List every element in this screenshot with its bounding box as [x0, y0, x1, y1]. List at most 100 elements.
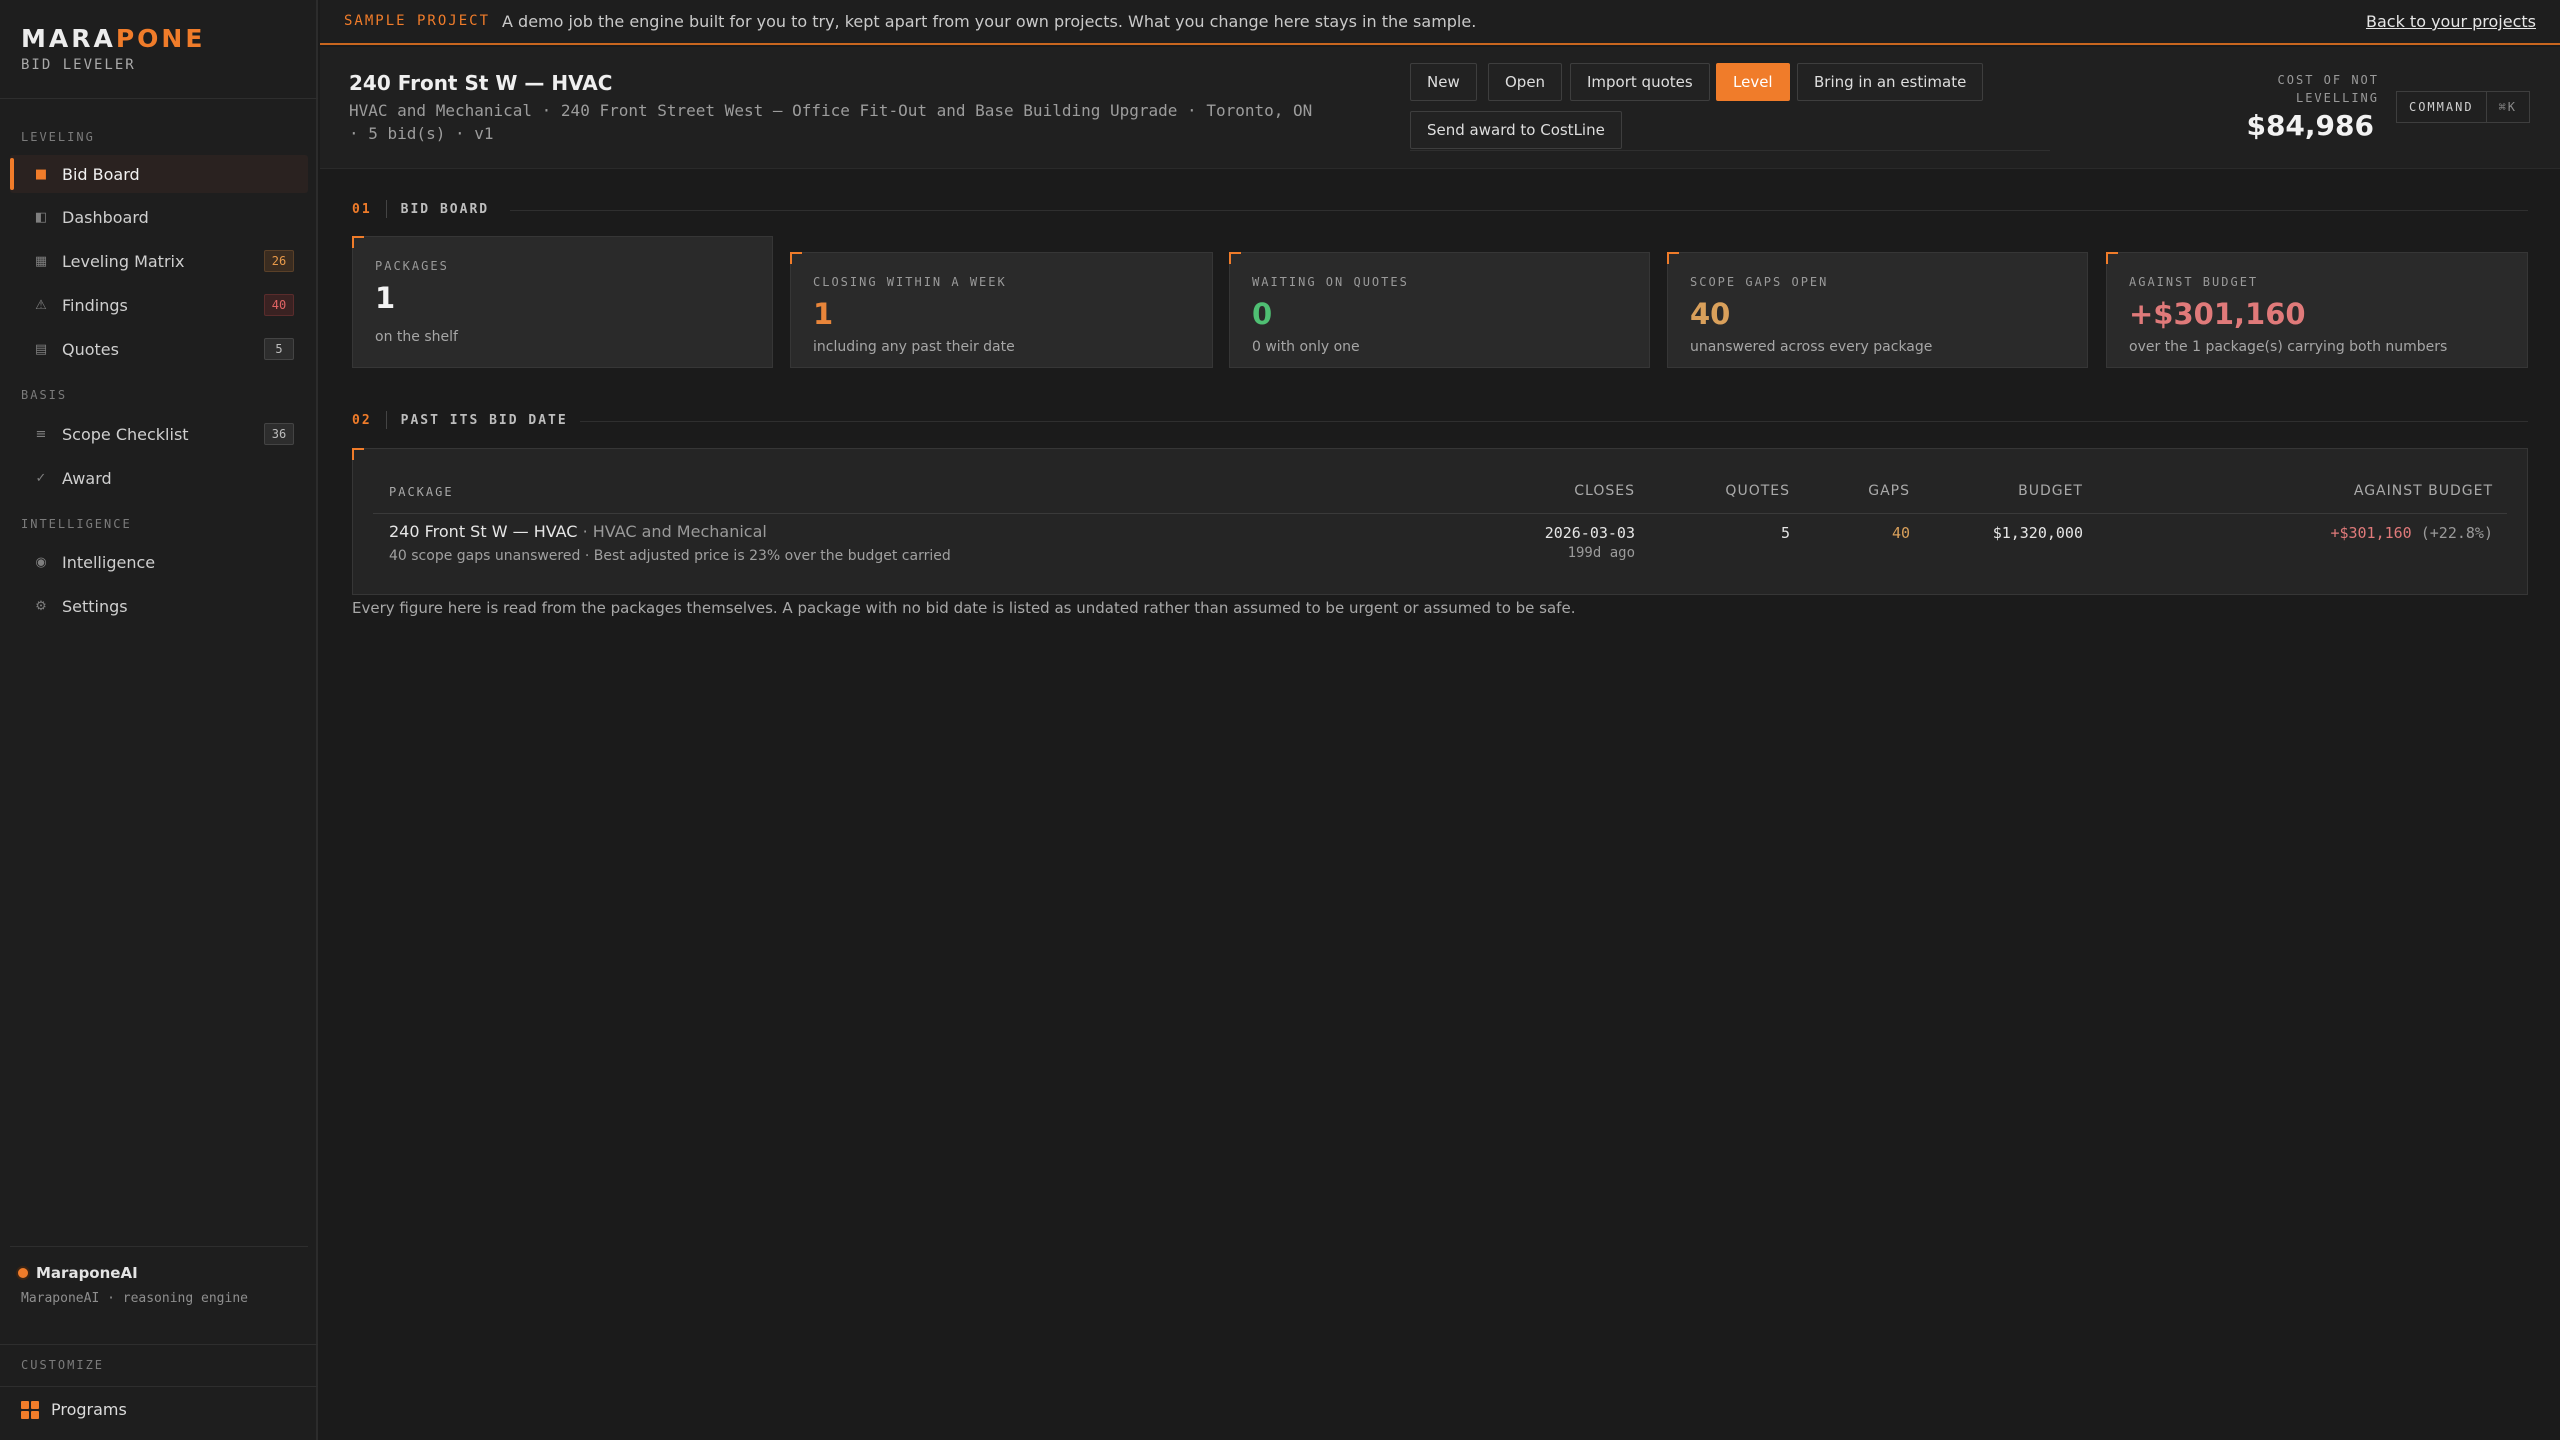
column-header-budget: BUDGET — [2018, 483, 2083, 499]
send-award-button[interactable]: Send award to CostLine — [1410, 111, 1622, 149]
stat-label: PACKAGES — [375, 259, 449, 273]
footnote: Every figure here is read from the packa… — [352, 599, 1576, 617]
import-quotes-button[interactable]: Import quotes — [1570, 63, 1710, 101]
check-icon: ✓ — [35, 470, 47, 486]
sidebar-item-dashboard[interactable]: ◧ Dashboard — [10, 198, 308, 236]
stat-card-waiting[interactable]: WAITING ON QUOTES 0 0 with only one — [1229, 252, 1650, 368]
section-number: 02 — [352, 412, 372, 428]
status-dot-icon — [18, 1268, 28, 1278]
sample-tag: SAMPLE PROJECT — [344, 13, 491, 29]
cost-of-not-levelling-value: $84,986 — [2246, 109, 2374, 142]
package-title: 240 Front St W — HVAC — [389, 522, 578, 541]
sidebar-item-label: Intelligence — [62, 552, 156, 572]
sidebar-item-award[interactable]: ✓ Award — [10, 459, 308, 497]
command-label: COMMAND — [2408, 100, 2474, 114]
dashboard-icon: ◧ — [34, 209, 48, 225]
sidebar-item-label: Dashboard — [62, 207, 149, 227]
column-header-against-budget: AGAINST BUDGET — [2353, 483, 2493, 499]
stat-value: +$301,160 — [2129, 297, 2306, 331]
divider — [10, 1246, 308, 1247]
divider — [0, 1344, 318, 1345]
divider — [580, 421, 2528, 422]
programs-label: Programs — [51, 1400, 127, 1419]
section-header-past-bid-date: 02 PAST ITS BID DATE — [352, 411, 568, 429]
project-header: 240 Front St W — HVAC HVAC and Mechanica… — [320, 47, 2560, 169]
count-badge: 5 — [264, 338, 294, 360]
package-name: 240 Front St W — HVAC · HVAC and Mechani… — [389, 522, 767, 541]
divider — [385, 411, 387, 429]
board-icon: ■ — [34, 166, 48, 182]
brand-logo[interactable]: MARAPONE BID LEVELER — [21, 24, 205, 73]
stat-label: CLOSING WITHIN A WEEK — [813, 275, 1007, 289]
closes-date: 2026-03-03 — [1544, 524, 1635, 542]
against-budget-amount: +$301,160 — [2330, 524, 2412, 542]
stat-value: 0 — [1252, 297, 1273, 331]
past-date-table: PACKAGE CLOSES QUOTES GAPS BUDGET AGAINS… — [352, 448, 2528, 595]
brand-name: MARAPONE — [21, 24, 206, 53]
divider — [1410, 150, 2050, 151]
intelligence-icon: ◉ — [35, 554, 47, 570]
sample-banner: SAMPLE PROJECT A demo job the engine bui… — [320, 0, 2560, 45]
ai-engine-label: MaraponeAI — [36, 1264, 138, 1282]
divider — [385, 200, 387, 218]
stat-value: 1 — [813, 297, 834, 331]
sidebar-item-settings[interactable]: ⚙ Settings — [10, 587, 308, 625]
stat-card-against-budget[interactable]: AGAINST BUDGET +$301,160 over the 1 pack… — [2106, 252, 2528, 368]
new-button[interactable]: New — [1410, 63, 1477, 101]
stat-label: SCOPE GAPS OPEN — [1690, 275, 1829, 289]
sidebar-item-bid-board[interactable]: ■ Bid Board — [10, 155, 308, 193]
level-button[interactable]: Level — [1716, 63, 1790, 101]
section-title: BID BOARD — [400, 201, 490, 217]
ai-engine-subtitle: MaraponeAI · reasoning engine — [21, 1291, 248, 1306]
matrix-icon: ▦ — [34, 253, 48, 269]
customize-label: CUSTOMIZE — [21, 1358, 105, 1372]
sidebar-item-label: Leveling Matrix — [62, 251, 185, 271]
checklist-icon: ≡ — [35, 426, 47, 442]
nav-section-basis: BASIS — [21, 388, 68, 402]
quotes-icon: ▤ — [34, 341, 48, 357]
back-to-projects-link[interactable]: Back to your projects — [2366, 12, 2536, 31]
gaps-count: 40 — [1891, 524, 1910, 542]
stat-label: WAITING ON QUOTES — [1252, 275, 1409, 289]
section-title: PAST ITS BID DATE — [400, 412, 568, 428]
stat-sub: 0 with only one — [1252, 339, 1360, 355]
ai-engine-name[interactable]: MaraponeAI — [18, 1264, 138, 1282]
banner-text: A demo job the engine built for you to t… — [502, 12, 1477, 31]
sidebar-item-scope-checklist[interactable]: ≡ Scope Checklist 36 — [10, 415, 308, 453]
column-header-quotes: QUOTES — [1725, 483, 1790, 499]
stat-card-closing[interactable]: CLOSING WITHIN A WEEK 1 including any pa… — [790, 252, 1213, 368]
stat-card-packages[interactable]: PACKAGES 1 on the shelf — [352, 236, 773, 368]
against-budget-percent: (+22.8%) — [2411, 524, 2493, 542]
count-badge: 40 — [264, 294, 294, 316]
stat-sub: over the 1 package(s) carrying both numb… — [2129, 339, 2448, 355]
stat-sub: unanswered across every package — [1690, 339, 1933, 355]
against-budget-value: +$301,160 (+22.8%) — [2330, 524, 2493, 542]
brand-subtitle: BID LEVELER — [21, 57, 136, 73]
cost-label: COST OF NOT LEVELLING — [2278, 71, 2379, 107]
sidebar-item-leveling-matrix[interactable]: ▦ Leveling Matrix 26 — [10, 242, 308, 280]
nav-section-intelligence: INTELLIGENCE — [21, 517, 132, 531]
open-button[interactable]: Open — [1488, 63, 1563, 101]
sidebar-item-findings[interactable]: ⚠ Findings 40 — [10, 286, 308, 324]
bring-in-estimate-button[interactable]: Bring in an estimate — [1797, 63, 1984, 101]
nav-section-leveling: LEVELING — [21, 130, 95, 144]
sidebar-item-quotes[interactable]: ▤ Quotes 5 — [10, 330, 308, 368]
sidebar-item-label: Quotes — [62, 339, 119, 359]
column-header-closes: CLOSES — [1574, 483, 1635, 499]
programs-button[interactable]: Programs — [21, 1400, 127, 1419]
count-badge: 36 — [264, 423, 294, 445]
command-palette-button[interactable]: COMMAND ⌘K — [2395, 91, 2530, 123]
package-note: 40 scope gaps unanswered · Best adjusted… — [389, 548, 951, 564]
column-header-gaps: GAPS — [1868, 483, 1910, 499]
budget-value: $1,320,000 — [1992, 524, 2083, 542]
gear-icon: ⚙ — [35, 598, 47, 614]
sidebar: MARAPONE BID LEVELER LEVELING ■ Bid Boar… — [0, 0, 318, 1440]
stat-card-scope-gaps[interactable]: SCOPE GAPS OPEN 40 unanswered across eve… — [1667, 252, 2088, 368]
warning-icon: ⚠ — [35, 297, 47, 313]
sidebar-item-intelligence[interactable]: ◉ Intelligence — [10, 543, 308, 581]
stat-value: 1 — [375, 281, 396, 315]
count-badge: 26 — [264, 250, 294, 272]
quotes-count: 5 — [1780, 524, 1790, 542]
divider — [373, 513, 2507, 514]
column-header-package: PACKAGE — [389, 485, 454, 499]
